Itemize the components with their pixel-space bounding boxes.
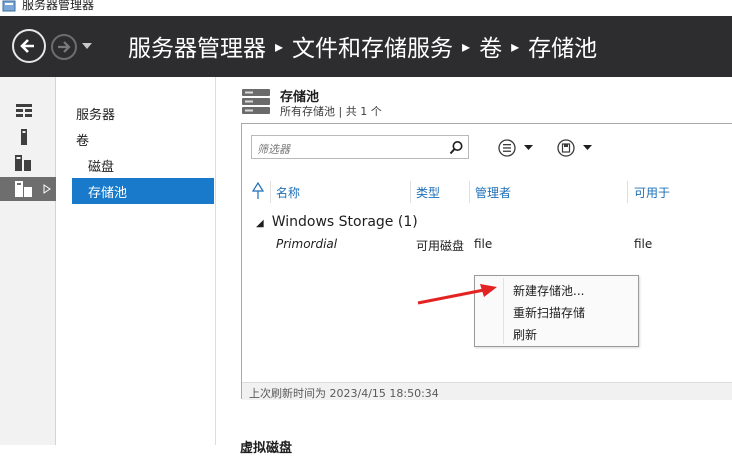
navigation-bar: 服务器管理器 ▸ 文件和存储服务 ▸ 卷 ▸ 存储池 — [0, 16, 732, 77]
file-storage-services-button[interactable] — [0, 177, 56, 201]
collapse-icon[interactable]: ◢ — [256, 218, 264, 229]
menu-item-refresh[interactable]: 刷新 — [513, 326, 537, 343]
breadcrumb-server-manager[interactable]: 服务器管理器 — [128, 29, 266, 63]
breadcrumb-separator-icon: ▸ — [511, 36, 520, 56]
column-header-managed-by[interactable]: 管理者 — [475, 184, 511, 201]
list-options-button[interactable] — [498, 138, 538, 158]
breadcrumb-storage-pools[interactable]: 存储池 — [528, 29, 597, 63]
column-divider — [469, 181, 470, 203]
menu-item-rescan-storage[interactable]: 重新扫描存储 — [513, 304, 585, 321]
sort-icon[interactable] — [252, 182, 264, 200]
cell-type: 可用磁盘 — [416, 239, 465, 253]
search-icon[interactable] — [449, 140, 464, 155]
expand-arrow-icon — [43, 184, 51, 194]
menu-item-new-storage-pool[interactable]: 新建存储池... — [513, 282, 584, 299]
column-header-available-to[interactable]: 可用于 — [634, 184, 670, 201]
annotation-arrow-icon — [417, 284, 497, 305]
tree-item-disks[interactable]: 磁盘 — [88, 156, 114, 175]
refresh-timestamp: 上次刷新时间为 2023/4/15 18:50:34 — [249, 387, 439, 400]
dashboard-button[interactable] — [0, 99, 56, 123]
task-icon — [557, 139, 592, 157]
content-area: 存储池 所有存储池 | 共 1 个 筛选器 名称 类型 管理者 可用于 ◢ Wi… — [217, 77, 732, 445]
navigation-tree: 服务器 卷 磁盘 存储池 — [57, 77, 216, 445]
all-servers-button[interactable] — [0, 151, 56, 175]
column-divider — [627, 181, 628, 203]
window-title: 服务器管理器 — [22, 0, 95, 12]
server-icon — [21, 129, 27, 145]
column-divider — [410, 181, 411, 203]
history-dropdown-icon[interactable] — [80, 40, 94, 52]
icon-strip — [0, 77, 56, 445]
local-server-button[interactable] — [0, 125, 56, 149]
tree-item-volumes[interactable]: 卷 — [76, 130, 89, 149]
breadcrumb-volumes[interactable]: 卷 — [479, 29, 502, 63]
breadcrumb-separator-icon: ▸ — [462, 36, 471, 56]
group-label: Windows Storage (1) — [271, 214, 418, 230]
title-bar: 服务器管理器 — [0, 0, 732, 16]
server-manager-icon — [2, 0, 16, 12]
back-button[interactable] — [12, 29, 46, 63]
filter-placeholder: 筛选器 — [257, 143, 290, 156]
storage-pools-panel: 筛选器 名称 类型 管理者 可用于 ◢ Windows Storage (1) … — [241, 123, 732, 400]
breadcrumb: 服务器管理器 ▸ 文件和存储服务 ▸ 卷 ▸ 存储池 — [128, 28, 597, 64]
filter-input[interactable]: 筛选器 — [251, 135, 469, 159]
group-header[interactable]: ◢ Windows Storage (1) — [256, 214, 418, 230]
cell-available-to: file — [634, 237, 653, 251]
section-subtitle: 所有存储池 | 共 1 个 — [280, 105, 382, 118]
tree-item-servers[interactable]: 服务器 — [76, 104, 115, 123]
servers-icon — [15, 155, 31, 171]
forward-button[interactable] — [51, 34, 77, 60]
column-header-type[interactable]: 类型 — [416, 184, 440, 201]
breadcrumb-file-storage[interactable]: 文件和存储服务 — [292, 29, 453, 63]
forward-arrow-icon — [58, 41, 71, 53]
breadcrumb-separator-icon: ▸ — [275, 36, 284, 56]
storage-icon — [15, 181, 32, 197]
storage-pool-icon — [242, 89, 270, 114]
cell-managed-by: file — [474, 237, 493, 251]
column-header-name[interactable]: 名称 — [276, 184, 300, 201]
column-divider — [270, 181, 271, 203]
status-bar: 上次刷新时间为 2023/4/15 18:50:34 — [242, 382, 732, 400]
menu-gutter — [503, 278, 504, 344]
tasks-button[interactable] — [557, 138, 597, 158]
dashboard-icon — [16, 104, 32, 117]
list-options-icon — [498, 139, 533, 157]
back-arrow-icon — [20, 39, 34, 53]
cell-name[interactable]: Primordial — [276, 237, 337, 251]
virtual-disks-heading: 虚拟磁盘 — [240, 441, 293, 456]
tree-item-storage-pools[interactable]: 存储池 — [72, 178, 214, 204]
